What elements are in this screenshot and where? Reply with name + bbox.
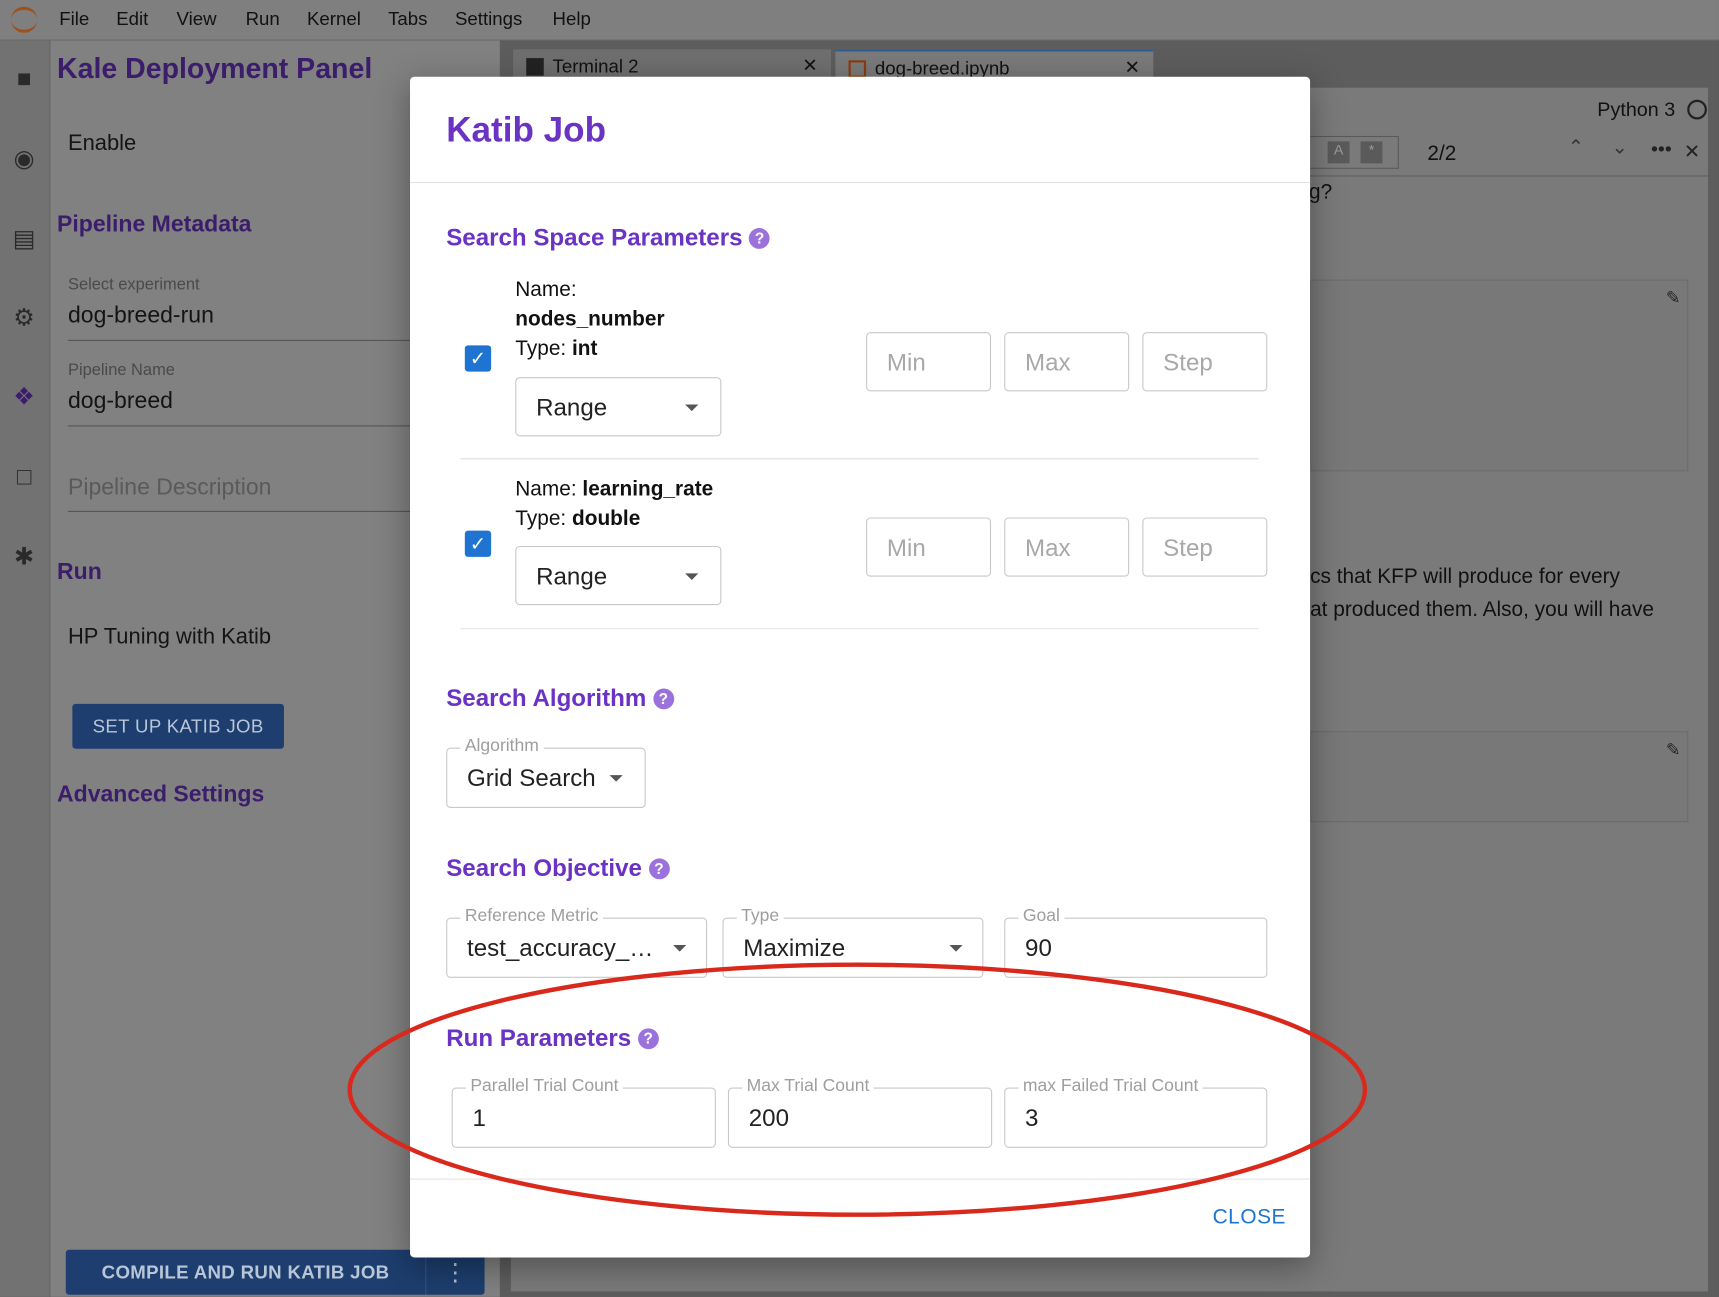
annotation-overlay [347, 962, 1368, 1217]
jupyterlab-window: File Edit View Run Kernel Tabs Settings … [0, 0, 1719, 1297]
red-highlight-ellipse [347, 962, 1368, 1217]
